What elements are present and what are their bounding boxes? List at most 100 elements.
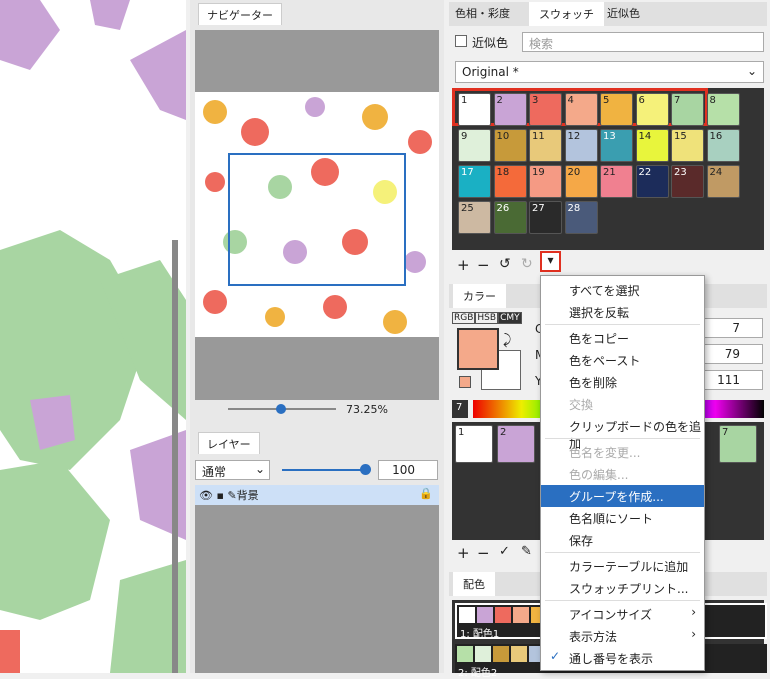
canvas-scrollbar[interactable] xyxy=(172,240,178,673)
swatch-item[interactable]: 16 xyxy=(706,129,740,162)
swatch-item[interactable]: 26 xyxy=(493,201,527,234)
haishoku-row-label: 2: 配色2 xyxy=(458,668,498,679)
swatch-item[interactable]: 22 xyxy=(635,165,669,198)
tab-haishoku[interactable]: 配色 xyxy=(453,572,495,596)
menu-create-group[interactable]: グループを作成... xyxy=(541,485,704,507)
c-input[interactable]: 7 xyxy=(703,318,763,338)
m-input[interactable]: 79 xyxy=(703,344,763,364)
menu-add-to-color-table[interactable]: カラーテーブルに追加 xyxy=(541,555,704,577)
recent-swatch[interactable]: 7 xyxy=(719,425,757,463)
menu-copy-color[interactable]: 色をコピー xyxy=(541,327,704,349)
swatch-item[interactable]: 25 xyxy=(458,201,491,234)
tab-approx-color[interactable]: 近似色 xyxy=(607,5,640,21)
swatch-menu-button[interactable]: ▾ xyxy=(540,251,561,272)
swatch-item[interactable]: 4 xyxy=(564,93,598,126)
swatch-item[interactable]: 12 xyxy=(564,129,598,162)
remove-recent-button[interactable]: − xyxy=(477,544,490,562)
menu-display-mode[interactable]: 表示方法 › xyxy=(541,625,704,647)
canvas[interactable] xyxy=(0,0,186,673)
opacity-slider[interactable] xyxy=(282,469,364,471)
swatch-set-select[interactable]: Original * ⌄ xyxy=(455,61,764,83)
swatch-item[interactable]: 20 xyxy=(564,165,598,198)
approx-label: 近似色 xyxy=(472,36,509,50)
swatch-item[interactable]: 1 xyxy=(458,93,491,126)
menu-delete-color[interactable]: 色を削除 xyxy=(541,371,704,393)
check-icon[interactable]: ✓ xyxy=(499,544,510,559)
mode-cmy[interactable]: CMY xyxy=(498,312,522,324)
blend-mode-select[interactable]: 通常 ⌄ xyxy=(195,460,270,480)
lock-icon[interactable]: ▪ xyxy=(216,489,223,502)
swatch-item[interactable]: 18 xyxy=(493,165,527,198)
tab-color[interactable]: カラー xyxy=(453,284,506,308)
menu-show-serial-number[interactable]: ✓ 通し番号を表示 xyxy=(541,647,704,669)
tab-hue-saturation[interactable]: 色相・彩度 xyxy=(455,5,510,21)
pencil-icon[interactable]: ✎ xyxy=(521,544,532,559)
haishoku-row-label: 1: 配色1 xyxy=(460,629,500,640)
opacity-slider-thumb[interactable] xyxy=(360,464,371,475)
menu-icon-size[interactable]: アイコンサイズ › xyxy=(541,603,704,625)
menu-save[interactable]: 保存 xyxy=(541,529,704,551)
color-number: 7 xyxy=(452,400,468,418)
eye-icon[interactable]: 👁 xyxy=(199,489,213,502)
menu-swap[interactable]: 交換 xyxy=(541,393,704,415)
check-icon: ✓ xyxy=(550,649,561,663)
add-swatch-button[interactable]: + xyxy=(457,256,470,274)
menu-swatch-print[interactable]: スウォッチプリント... xyxy=(541,577,704,599)
swatch-item[interactable]: 3 xyxy=(529,93,562,126)
tab-swatch[interactable]: スウォッチ xyxy=(529,2,604,26)
menu-edit-color[interactable]: 色の編集... xyxy=(541,463,704,485)
small-fg-swatch[interactable] xyxy=(459,376,471,388)
menu-select-all[interactable]: すべてを選択 xyxy=(541,279,704,301)
swatch-item[interactable]: 17 xyxy=(458,165,491,198)
menu-rename-color[interactable]: 色名を変更... xyxy=(541,441,704,463)
recent-swatch[interactable]: 2 xyxy=(497,425,535,463)
approx-checkbox[interactable] xyxy=(455,35,467,47)
swatch-item[interactable]: 21 xyxy=(600,165,633,198)
menu-invert-selection[interactable]: 選択を反転 xyxy=(541,301,704,323)
color-mode-tabs: RGB HSB CMY xyxy=(452,312,522,324)
remove-swatch-button[interactable]: − xyxy=(477,256,490,274)
pencil-icon[interactable]: ✎ xyxy=(227,489,236,502)
swatch-item[interactable]: 6 xyxy=(635,93,669,126)
swatch-item[interactable]: 7 xyxy=(671,93,704,126)
swatch-item[interactable]: 8 xyxy=(706,93,740,126)
swatch-item[interactable]: 2 xyxy=(493,93,527,126)
swatch-item[interactable]: 14 xyxy=(635,129,669,162)
menu-add-clipboard-color[interactable]: クリップボードの色を追加 xyxy=(541,415,704,451)
swatch-item[interactable]: 19 xyxy=(529,165,562,198)
swatch-item[interactable]: 13 xyxy=(600,129,633,162)
add-recent-button[interactable]: + xyxy=(457,544,470,562)
recent-swatch[interactable]: 1 xyxy=(455,425,493,463)
opacity-input[interactable]: 100 xyxy=(378,460,438,480)
swatch-item[interactable]: 28 xyxy=(564,201,598,234)
swatch-item[interactable]: 15 xyxy=(671,129,704,162)
chevron-right-icon: › xyxy=(691,605,696,619)
swatch-item[interactable]: 11 xyxy=(529,129,562,162)
menu-icon-size-label: アイコンサイズ xyxy=(569,608,653,622)
blend-mode-value: 通常 xyxy=(202,465,227,479)
menu-show-serial-label: 通し番号を表示 xyxy=(569,652,654,666)
swap-colors-icon[interactable]: ⤸ xyxy=(503,332,511,348)
tab-layer[interactable]: レイヤー xyxy=(198,432,260,454)
swatch-item[interactable]: 27 xyxy=(529,201,562,234)
search-input[interactable]: 検索 xyxy=(522,32,764,52)
swatch-item[interactable]: 23 xyxy=(671,165,704,198)
tab-navigator[interactable]: ナビゲーター xyxy=(198,3,282,25)
foreground-color-swatch[interactable] xyxy=(457,328,499,370)
swatch-item[interactable]: 9 xyxy=(458,129,491,162)
undo-icon[interactable]: ↺ xyxy=(499,256,511,272)
navigator-view[interactable] xyxy=(195,30,439,400)
swatch-item[interactable]: 10 xyxy=(493,129,527,162)
swatch-context-menu: すべてを選択 選択を反転 色をコピー 色をペースト 色を削除 交換 クリップボー… xyxy=(540,275,705,671)
swatch-item[interactable]: 24 xyxy=(706,165,740,198)
redo-icon[interactable]: ↻ xyxy=(521,256,533,272)
y-input[interactable]: 111 xyxy=(703,370,763,390)
layer-row[interactable]: 👁 ▪ ✎背景 🔒 xyxy=(195,485,439,505)
menu-paste-color[interactable]: 色をペースト xyxy=(541,349,704,371)
swatch-item[interactable]: 5 xyxy=(600,93,633,126)
mode-hsb[interactable]: HSB xyxy=(475,312,499,324)
dropdown-arrow-icon: ▾ xyxy=(547,253,554,267)
zoom-slider-thumb[interactable] xyxy=(276,404,286,414)
mode-rgb[interactable]: RGB xyxy=(452,312,476,324)
menu-sort-by-name[interactable]: 色名順にソート xyxy=(541,507,704,529)
